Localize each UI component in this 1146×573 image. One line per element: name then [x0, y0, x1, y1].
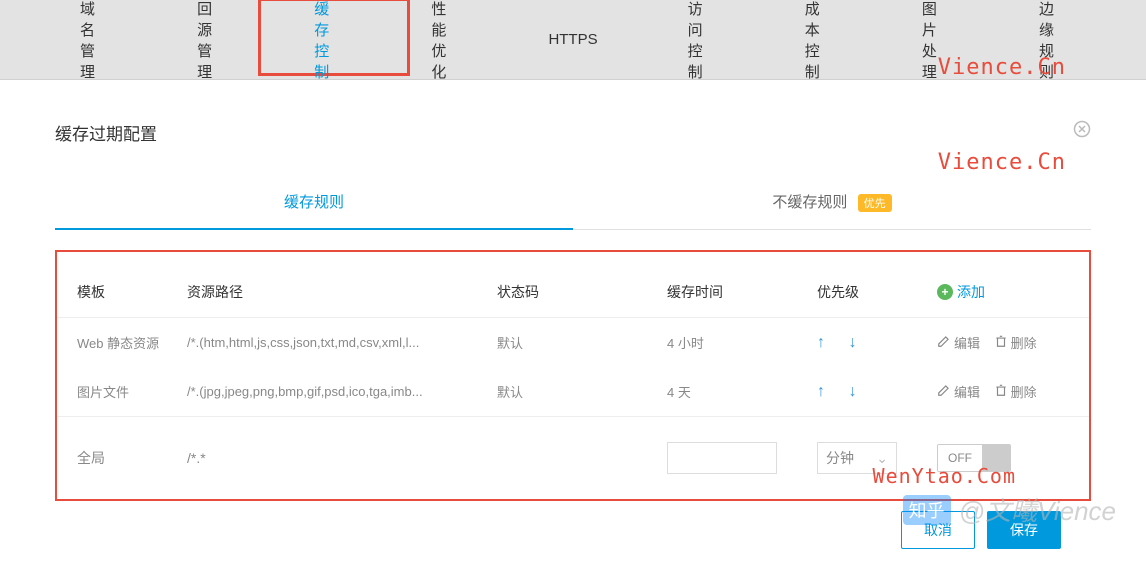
delete-label: 删除: [1011, 382, 1037, 401]
edit-icon: [937, 383, 951, 400]
nav-image[interactable]: 图片处理: [902, 0, 969, 92]
cell-time: 4 小时: [667, 333, 817, 352]
header-template: 模板: [77, 282, 187, 302]
nav-performance[interactable]: 性能优化: [411, 0, 478, 92]
edit-icon: [937, 334, 951, 351]
move-up-icon[interactable]: ↑: [817, 383, 825, 401]
zhihu-logo: 知乎: [903, 495, 951, 525]
add-label: 添加: [957, 282, 985, 302]
global-label: 全局: [77, 448, 187, 468]
zhihu-text: @文曦Vience: [959, 491, 1116, 528]
cell-path: /*.(jpg,jpeg,png,bmp,gif,psd,ico,tga,imb…: [187, 384, 497, 399]
delete-button[interactable]: 删除: [994, 333, 1037, 352]
toggle-handle: [982, 445, 1010, 471]
unit-select[interactable]: 分钟 ⌄: [817, 442, 897, 474]
trash-icon: [994, 383, 1008, 400]
nav-access[interactable]: 访问控制: [668, 0, 735, 92]
nav-cache-control[interactable]: 缓存控制: [294, 0, 361, 92]
tab-cache-rules[interactable]: 缓存规则: [55, 175, 573, 230]
modal-title: 缓存过期配置: [55, 120, 157, 145]
edit-button[interactable]: 编辑: [937, 382, 980, 401]
top-navigation: 域名管理 回源管理 缓存控制 性能优化 HTTPS 访问控制 成本控制 图片处理…: [0, 0, 1146, 80]
cell-status: 默认: [497, 382, 667, 401]
toggle-switch[interactable]: OFF: [937, 444, 1011, 472]
unit-label: 分钟: [826, 448, 854, 468]
tab-label: 不缓存规则: [772, 194, 847, 211]
delete-button[interactable]: 删除: [994, 382, 1037, 401]
header-priority: 优先级: [817, 282, 937, 302]
move-down-icon[interactable]: ↓: [849, 334, 857, 352]
priority-badge: 优先: [858, 194, 892, 212]
cell-status: 默认: [497, 333, 667, 352]
move-up-icon[interactable]: ↑: [817, 334, 825, 352]
edit-button[interactable]: 编辑: [937, 333, 980, 352]
nav-cost[interactable]: 成本控制: [785, 0, 852, 92]
tab-label: 缓存规则: [284, 194, 344, 211]
zhihu-watermark: 知乎 @文曦Vience: [903, 491, 1116, 528]
nav-domain[interactable]: 域名管理: [60, 0, 127, 92]
cell-template: 图片文件: [77, 382, 187, 401]
tab-no-cache-rules[interactable]: 不缓存规则 优先: [573, 175, 1091, 230]
close-icon: [1073, 120, 1091, 138]
cell-time: 4 天: [667, 382, 817, 401]
close-button[interactable]: [1073, 120, 1091, 143]
global-path: /*.*: [187, 450, 497, 466]
global-row: 全局 /*.* 分钟 ⌄ OFF: [57, 416, 1089, 489]
edit-label: 编辑: [954, 382, 980, 401]
chevron-down-icon: ⌄: [876, 450, 888, 467]
nav-origin[interactable]: 回源管理: [177, 0, 244, 92]
table-row: Web 静态资源 /*.(htm,html,js,css,json,txt,md…: [57, 318, 1089, 367]
cell-template: Web 静态资源: [77, 333, 187, 352]
delete-label: 删除: [1011, 333, 1037, 352]
nav-edge[interactable]: 边缘规则: [1019, 0, 1086, 92]
header-time: 缓存时间: [667, 282, 817, 302]
nav-https[interactable]: HTTPS: [528, 21, 617, 58]
trash-icon: [994, 334, 1008, 351]
plus-icon: +: [937, 284, 953, 300]
edit-label: 编辑: [954, 333, 980, 352]
header-path: 资源路径: [187, 282, 497, 302]
sub-tabs: 缓存规则 不缓存规则 优先: [55, 175, 1091, 230]
cell-path: /*.(htm,html,js,css,json,txt,md,csv,xml,…: [187, 335, 497, 350]
move-down-icon[interactable]: ↓: [849, 383, 857, 401]
add-button[interactable]: + 添加: [937, 282, 985, 302]
content-area: 模板 资源路径 状态码 缓存时间 优先级 + 添加 Web 静态资源 /*.(h…: [55, 250, 1091, 501]
table-row: 图片文件 /*.(jpg,jpeg,png,bmp,gif,psd,ico,tg…: [57, 367, 1089, 416]
header-status: 状态码: [497, 282, 667, 302]
time-input[interactable]: [667, 442, 777, 474]
table-header: 模板 资源路径 状态码 缓存时间 优先级 + 添加: [57, 272, 1089, 318]
toggle-label: OFF: [938, 445, 982, 471]
